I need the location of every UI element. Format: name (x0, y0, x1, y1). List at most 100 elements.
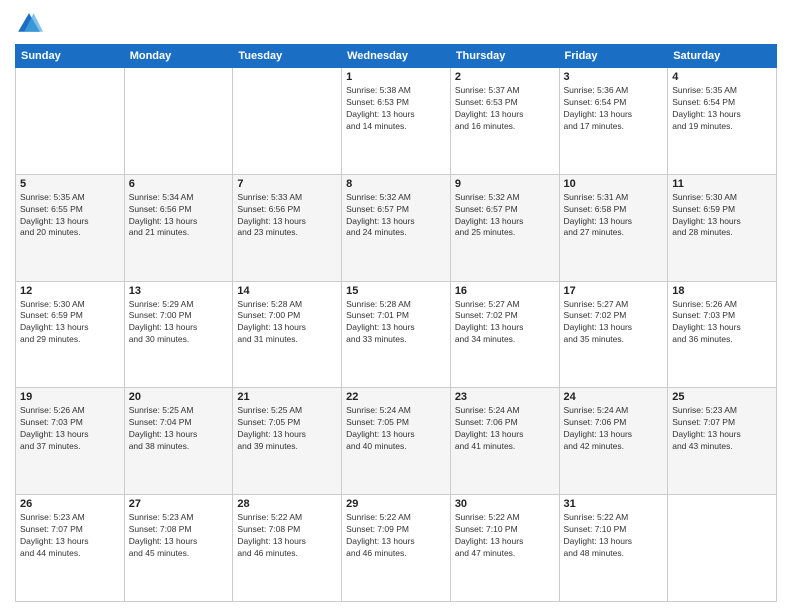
day-number: 7 (237, 178, 337, 190)
day-info: Sunrise: 5:32 AM Sunset: 6:57 PM Dayligh… (455, 192, 555, 240)
day-info: Sunrise: 5:22 AM Sunset: 7:08 PM Dayligh… (237, 512, 337, 560)
day-info: Sunrise: 5:25 AM Sunset: 7:04 PM Dayligh… (129, 405, 229, 453)
day-info: Sunrise: 5:30 AM Sunset: 6:59 PM Dayligh… (672, 192, 772, 240)
day-number: 20 (129, 391, 229, 403)
calendar-table: SundayMondayTuesdayWednesdayThursdayFrid… (15, 44, 777, 602)
week-row-4: 19 Sunrise: 5:26 AM Sunset: 7:03 PM Dayli… (16, 388, 777, 495)
day-number: 29 (346, 498, 446, 510)
day-info: Sunrise: 5:24 AM Sunset: 7:06 PM Dayligh… (564, 405, 664, 453)
day-info: Sunrise: 5:35 AM Sunset: 6:55 PM Dayligh… (20, 192, 120, 240)
day-info: Sunrise: 5:27 AM Sunset: 7:02 PM Dayligh… (455, 299, 555, 347)
day-info: Sunrise: 5:22 AM Sunset: 7:10 PM Dayligh… (455, 512, 555, 560)
day-number: 2 (455, 71, 555, 83)
header (15, 10, 777, 38)
day-number: 24 (564, 391, 664, 403)
day-number: 28 (237, 498, 337, 510)
day-number: 23 (455, 391, 555, 403)
day-info: Sunrise: 5:22 AM Sunset: 7:10 PM Dayligh… (564, 512, 664, 560)
header-row: SundayMondayTuesdayWednesdayThursdayFrid… (16, 45, 777, 68)
week-row-1: 1 Sunrise: 5:38 AM Sunset: 6:53 PM Daylig… (16, 68, 777, 175)
day-header-monday: Monday (124, 45, 233, 68)
page: SundayMondayTuesdayWednesdayThursdayFrid… (0, 0, 792, 612)
day-number: 18 (672, 285, 772, 297)
day-number: 27 (129, 498, 229, 510)
day-number: 4 (672, 71, 772, 83)
day-number: 1 (346, 71, 446, 83)
day-info: Sunrise: 5:25 AM Sunset: 7:05 PM Dayligh… (237, 405, 337, 453)
day-number: 30 (455, 498, 555, 510)
day-info: Sunrise: 5:38 AM Sunset: 6:53 PM Dayligh… (346, 85, 446, 133)
day-number: 11 (672, 178, 772, 190)
day-cell: 2Sunrise: 5:37 AM Sunset: 6:53 PM Daylig… (450, 68, 559, 175)
day-info: Sunrise: 5:32 AM Sunset: 6:57 PM Dayligh… (346, 192, 446, 240)
day-cell: 28 Sunrise: 5:22 AM Sunset: 7:08 PM Dayli… (233, 495, 342, 602)
day-cell: 15 Sunrise: 5:28 AM Sunset: 7:01 PM Dayli… (342, 281, 451, 388)
day-info: Sunrise: 5:22 AM Sunset: 7:09 PM Dayligh… (346, 512, 446, 560)
day-info: Sunrise: 5:35 AM Sunset: 6:54 PM Dayligh… (672, 85, 772, 133)
day-cell: 17 Sunrise: 5:27 AM Sunset: 7:02 PM Dayli… (559, 281, 668, 388)
day-info: Sunrise: 5:24 AM Sunset: 7:05 PM Dayligh… (346, 405, 446, 453)
day-cell: 20 Sunrise: 5:25 AM Sunset: 7:04 PM Dayli… (124, 388, 233, 495)
day-cell: 16 Sunrise: 5:27 AM Sunset: 7:02 PM Dayli… (450, 281, 559, 388)
day-number: 8 (346, 178, 446, 190)
day-cell: 7 Sunrise: 5:33 AM Sunset: 6:56 PM Daylig… (233, 174, 342, 281)
day-number: 14 (237, 285, 337, 297)
day-number: 17 (564, 285, 664, 297)
day-cell: 10Sunrise: 5:31 AM Sunset: 6:58 PM Dayli… (559, 174, 668, 281)
day-number: 31 (564, 498, 664, 510)
day-cell: 22Sunrise: 5:24 AM Sunset: 7:05 PM Dayli… (342, 388, 451, 495)
day-info: Sunrise: 5:23 AM Sunset: 7:07 PM Dayligh… (20, 512, 120, 560)
day-cell (124, 68, 233, 175)
day-header-wednesday: Wednesday (342, 45, 451, 68)
day-cell: 3 Sunrise: 5:36 AM Sunset: 6:54 PM Daylig… (559, 68, 668, 175)
day-cell: 25 Sunrise: 5:23 AM Sunset: 7:07 PM Dayli… (668, 388, 777, 495)
day-cell: 23 Sunrise: 5:24 AM Sunset: 7:06 PM Dayli… (450, 388, 559, 495)
day-number: 16 (455, 285, 555, 297)
day-info: Sunrise: 5:30 AM Sunset: 6:59 PM Dayligh… (20, 299, 120, 347)
day-number: 19 (20, 391, 120, 403)
day-info: Sunrise: 5:24 AM Sunset: 7:06 PM Dayligh… (455, 405, 555, 453)
day-cell (233, 68, 342, 175)
week-row-2: 5Sunrise: 5:35 AM Sunset: 6:55 PM Daylig… (16, 174, 777, 281)
day-number: 9 (455, 178, 555, 190)
day-cell: 14 Sunrise: 5:28 AM Sunset: 7:00 PM Dayli… (233, 281, 342, 388)
day-cell: 31 Sunrise: 5:22 AM Sunset: 7:10 PM Dayli… (559, 495, 668, 602)
day-info: Sunrise: 5:23 AM Sunset: 7:07 PM Dayligh… (672, 405, 772, 453)
day-cell: 30 Sunrise: 5:22 AM Sunset: 7:10 PM Dayli… (450, 495, 559, 602)
day-cell: 4 Sunrise: 5:35 AM Sunset: 6:54 PM Daylig… (668, 68, 777, 175)
day-number: 21 (237, 391, 337, 403)
day-number: 25 (672, 391, 772, 403)
day-header-tuesday: Tuesday (233, 45, 342, 68)
day-info: Sunrise: 5:36 AM Sunset: 6:54 PM Dayligh… (564, 85, 664, 133)
day-cell: 1 Sunrise: 5:38 AM Sunset: 6:53 PM Daylig… (342, 68, 451, 175)
day-info: Sunrise: 5:33 AM Sunset: 6:56 PM Dayligh… (237, 192, 337, 240)
day-header-saturday: Saturday (668, 45, 777, 68)
day-cell: 19 Sunrise: 5:26 AM Sunset: 7:03 PM Dayli… (16, 388, 125, 495)
day-number: 6 (129, 178, 229, 190)
day-cell: 6 Sunrise: 5:34 AM Sunset: 6:56 PM Daylig… (124, 174, 233, 281)
day-info: Sunrise: 5:31 AM Sunset: 6:58 PM Dayligh… (564, 192, 664, 240)
day-cell: 18 Sunrise: 5:26 AM Sunset: 7:03 PM Dayli… (668, 281, 777, 388)
day-header-friday: Friday (559, 45, 668, 68)
day-cell: 24 Sunrise: 5:24 AM Sunset: 7:06 PM Dayli… (559, 388, 668, 495)
day-number: 3 (564, 71, 664, 83)
day-cell (16, 68, 125, 175)
day-info: Sunrise: 5:26 AM Sunset: 7:03 PM Dayligh… (672, 299, 772, 347)
day-info: Sunrise: 5:29 AM Sunset: 7:00 PM Dayligh… (129, 299, 229, 347)
day-number: 15 (346, 285, 446, 297)
day-cell: 27 Sunrise: 5:23 AM Sunset: 7:08 PM Dayli… (124, 495, 233, 602)
day-header-sunday: Sunday (16, 45, 125, 68)
day-info: Sunrise: 5:28 AM Sunset: 7:01 PM Dayligh… (346, 299, 446, 347)
day-cell: 9 Sunrise: 5:32 AM Sunset: 6:57 PM Daylig… (450, 174, 559, 281)
week-row-3: 12 Sunrise: 5:30 AM Sunset: 6:59 PM Dayli… (16, 281, 777, 388)
day-info: Sunrise: 5:27 AM Sunset: 7:02 PM Dayligh… (564, 299, 664, 347)
day-info: Sunrise: 5:23 AM Sunset: 7:08 PM Dayligh… (129, 512, 229, 560)
day-number: 13 (129, 285, 229, 297)
day-info: Sunrise: 5:34 AM Sunset: 6:56 PM Dayligh… (129, 192, 229, 240)
day-info: Sunrise: 5:28 AM Sunset: 7:00 PM Dayligh… (237, 299, 337, 347)
day-cell: 26Sunrise: 5:23 AM Sunset: 7:07 PM Dayli… (16, 495, 125, 602)
day-info: Sunrise: 5:26 AM Sunset: 7:03 PM Dayligh… (20, 405, 120, 453)
day-number: 12 (20, 285, 120, 297)
day-header-thursday: Thursday (450, 45, 559, 68)
day-cell: 29 Sunrise: 5:22 AM Sunset: 7:09 PM Dayli… (342, 495, 451, 602)
